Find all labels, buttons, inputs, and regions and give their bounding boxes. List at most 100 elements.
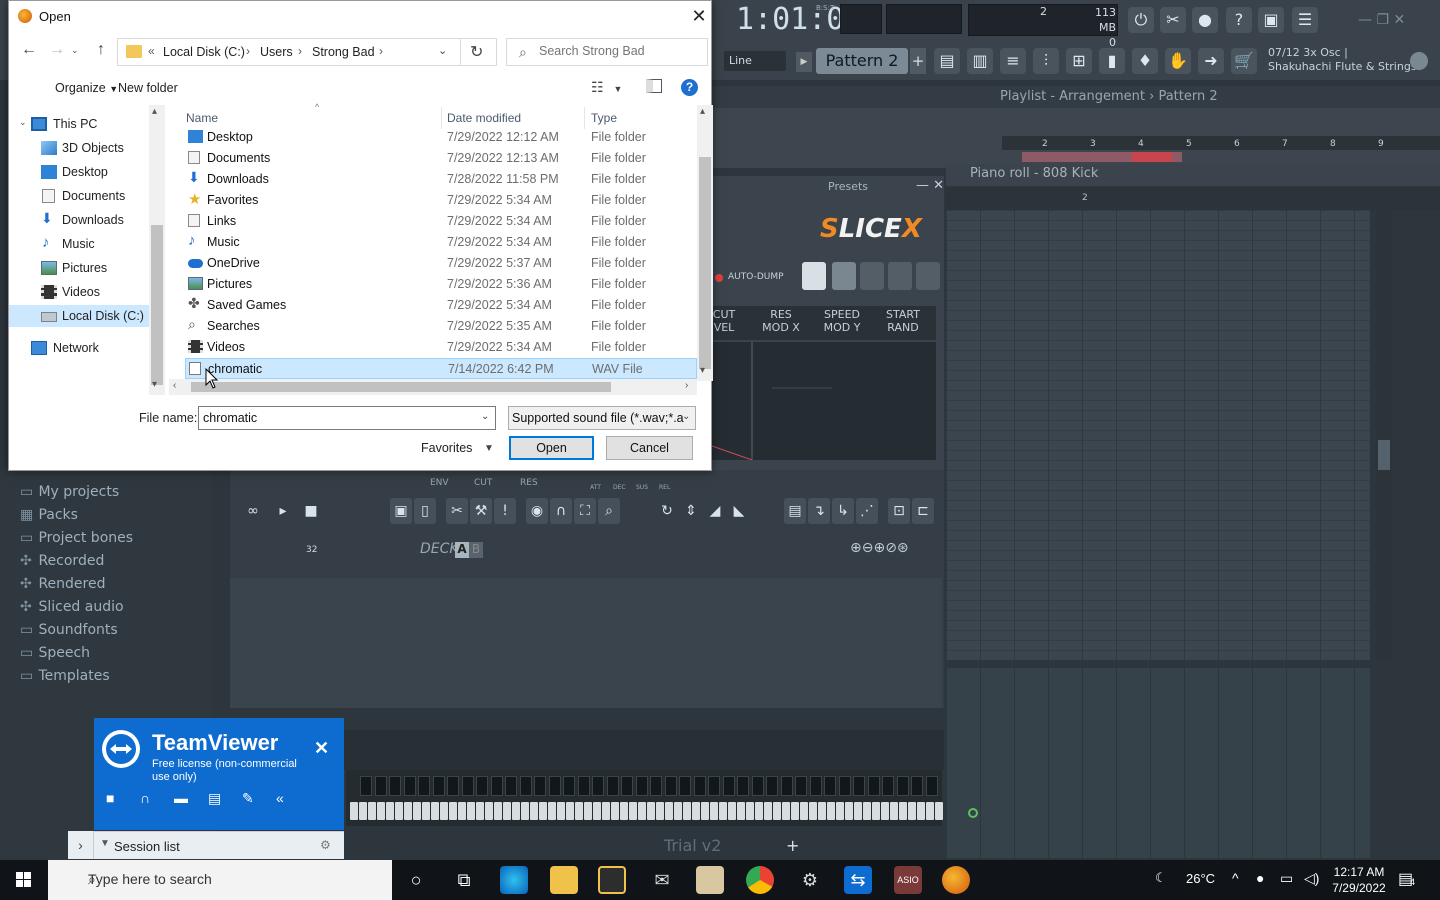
piano-white-key[interactable] <box>791 802 799 820</box>
recording-mode-icon[interactable]: ⏻ <box>1128 7 1154 33</box>
nav-item-network[interactable]: Network <box>9 337 159 359</box>
browser-item-templates[interactable]: ▭ Templates <box>20 668 110 684</box>
pattern-display[interactable] <box>886 4 962 34</box>
piano-white-key[interactable] <box>638 802 646 820</box>
piano-black-key[interactable] <box>838 776 851 796</box>
piano-black-key[interactable] <box>911 776 923 796</box>
view-icon[interactable]: ◉ <box>526 498 548 524</box>
piano-black-key[interactable] <box>447 776 459 796</box>
nav-item-downloads[interactable]: ⬇ Downloads <box>9 209 159 231</box>
scroll-left-icon[interactable]: ‹ <box>173 380 176 391</box>
piano-black-key[interactable] <box>708 776 720 796</box>
file-row-favorites[interactable]: ★ Favorites 7/29/2022 5:34 AM File folde… <box>185 190 697 211</box>
piano-black-key[interactable] <box>592 776 604 796</box>
param-res[interactable]: RES MOD X <box>751 308 811 334</box>
piano-white-key[interactable] <box>575 802 583 820</box>
project-icon[interactable]: ▮ <box>1099 48 1125 74</box>
cortana-icon[interactable]: ○ <box>402 866 430 894</box>
refresh-icon[interactable]: ↻ <box>470 42 483 62</box>
chevron-down-icon[interactable]: ⌄ <box>438 44 447 57</box>
nav-item-3d-objects[interactable]: 3D Objects <box>9 137 159 159</box>
mode-button-3[interactable] <box>860 262 884 290</box>
tools-icon[interactable]: ✎ <box>242 790 254 807</box>
tempo-display[interactable] <box>840 4 882 34</box>
piano-white-key[interactable] <box>881 802 889 820</box>
browser-item-rendered[interactable]: ✣ Rendered <box>20 576 106 592</box>
edge-icon[interactable] <box>500 866 528 894</box>
network-tray-icon[interactable]: ▭ <box>1280 870 1293 887</box>
tool-1-icon[interactable]: ▤ <box>784 498 806 524</box>
file-row-documents[interactable]: Documents 7/29/2022 12:13 AM File folder <box>185 148 697 169</box>
piano-white-key[interactable] <box>836 802 844 820</box>
zoom-controls[interactable]: ⊕⊖⊕⊘⊛ <box>850 540 909 556</box>
save-icon[interactable]: ▣ <box>1258 7 1284 33</box>
piano-black-key[interactable] <box>824 776 836 796</box>
piano-white-key[interactable] <box>440 802 448 820</box>
piano-black-key[interactable] <box>563 776 575 796</box>
piano-black-key[interactable] <box>809 776 822 796</box>
piano-black-key[interactable] <box>519 776 532 796</box>
piano-black-key[interactable] <box>650 776 662 796</box>
mixer-icon[interactable]: ☰ <box>1292 7 1318 33</box>
browser-icon[interactable]: ⊞ <box>1066 48 1092 74</box>
column-header-type[interactable]: Type <box>591 111 617 125</box>
loop-icon[interactable]: ∞ <box>242 498 264 524</box>
mode-button-4[interactable] <box>888 262 912 290</box>
teamviewer-taskbar-icon[interactable]: ⇆ <box>844 866 872 894</box>
deck-b-button[interactable]: B <box>469 542 483 558</box>
file-row-desktop[interactable]: Desktop 7/29/2022 12:12 AM File folder <box>185 127 697 148</box>
reload-icon[interactable]: ↻ <box>656 498 678 524</box>
nav-scroll-thumb[interactable] <box>151 225 163 385</box>
address-bar[interactable]: « Local Disk (C:) › Users › Strong Bad ›… <box>117 38 497 66</box>
slicex-controls[interactable]: — ✕ <box>916 178 944 193</box>
piano-white-key[interactable] <box>809 802 817 820</box>
piano-white-key[interactable] <box>908 802 916 820</box>
piano-black-key[interactable] <box>766 776 778 796</box>
session-list-bar[interactable]: ▼ Session list ⚙ <box>94 831 344 859</box>
piano-black-key[interactable] <box>737 776 749 796</box>
news-icon[interactable] <box>1410 52 1428 70</box>
nav-item-music[interactable]: ♪ Music <box>9 233 159 255</box>
mode-button-2[interactable] <box>832 262 856 290</box>
piano-white-key[interactable] <box>800 802 808 820</box>
piano-roll-event-editor[interactable] <box>946 668 1370 858</box>
column-divider[interactable] <box>441 107 442 129</box>
scroll-up-icon[interactable]: ▴ <box>152 106 157 117</box>
organize-button[interactable]: Organize ▼ <box>55 81 118 95</box>
add-pattern-button[interactable]: + <box>910 48 926 74</box>
normalize-icon[interactable]: ⇕ <box>680 498 702 524</box>
piano-white-key[interactable] <box>818 802 826 820</box>
format-value[interactable]: 32 <box>306 545 317 555</box>
slicex-presets-menu[interactable]: Presets <box>828 180 868 193</box>
store-icon[interactable]: 🛒 <box>1231 48 1257 74</box>
headset-icon[interactable]: ∩ <box>140 790 150 806</box>
collapse-icon[interactable]: « <box>276 790 284 806</box>
playlist-grid[interactable]: 2 3 4 5 6 7 8 9 <box>712 108 1440 168</box>
column-divider[interactable] <box>584 107 585 129</box>
piano-white-key[interactable] <box>611 802 619 820</box>
play-pattern-icon[interactable]: ▶ <box>796 52 812 72</box>
piano-white-key[interactable] <box>692 802 700 820</box>
breadcrumb-users[interactable]: Users <box>260 45 293 59</box>
param-start[interactable]: START RAND <box>873 308 933 334</box>
recent-locations-icon[interactable]: ⌄ <box>71 45 79 56</box>
playlist-icon[interactable]: ▤ <box>934 48 960 74</box>
tool-3-icon[interactable]: ↳ <box>832 498 854 524</box>
nav-item-desktop[interactable]: Desktop <box>9 161 159 183</box>
back-arrow-icon[interactable]: ← <box>19 41 39 61</box>
fade-out-icon[interactable]: ◣ <box>728 498 750 524</box>
piano-white-key[interactable] <box>512 802 520 820</box>
mail-icon[interactable]: ✉ <box>648 866 676 894</box>
piano-white-key[interactable] <box>728 802 736 820</box>
favorites-dropdown-icon[interactable]: ▼ <box>484 443 494 454</box>
piano-white-key[interactable] <box>737 802 745 820</box>
deck-a-button[interactable]: A <box>455 542 469 558</box>
piano-white-key[interactable] <box>548 802 556 820</box>
tool-2-icon[interactable]: ↴ <box>808 498 830 524</box>
chrome-icon[interactable] <box>746 866 774 894</box>
close-icon[interactable]: ✕ <box>314 738 329 759</box>
file-row-music[interactable]: ♪ Music 7/29/2022 5:34 AM File folder <box>185 232 697 253</box>
piano-black-key[interactable] <box>664 776 677 796</box>
file-row-chromatic[interactable]: chromatic 7/14/2022 6:42 PM WAV File <box>185 358 697 379</box>
piano-black-key[interactable] <box>925 776 938 796</box>
